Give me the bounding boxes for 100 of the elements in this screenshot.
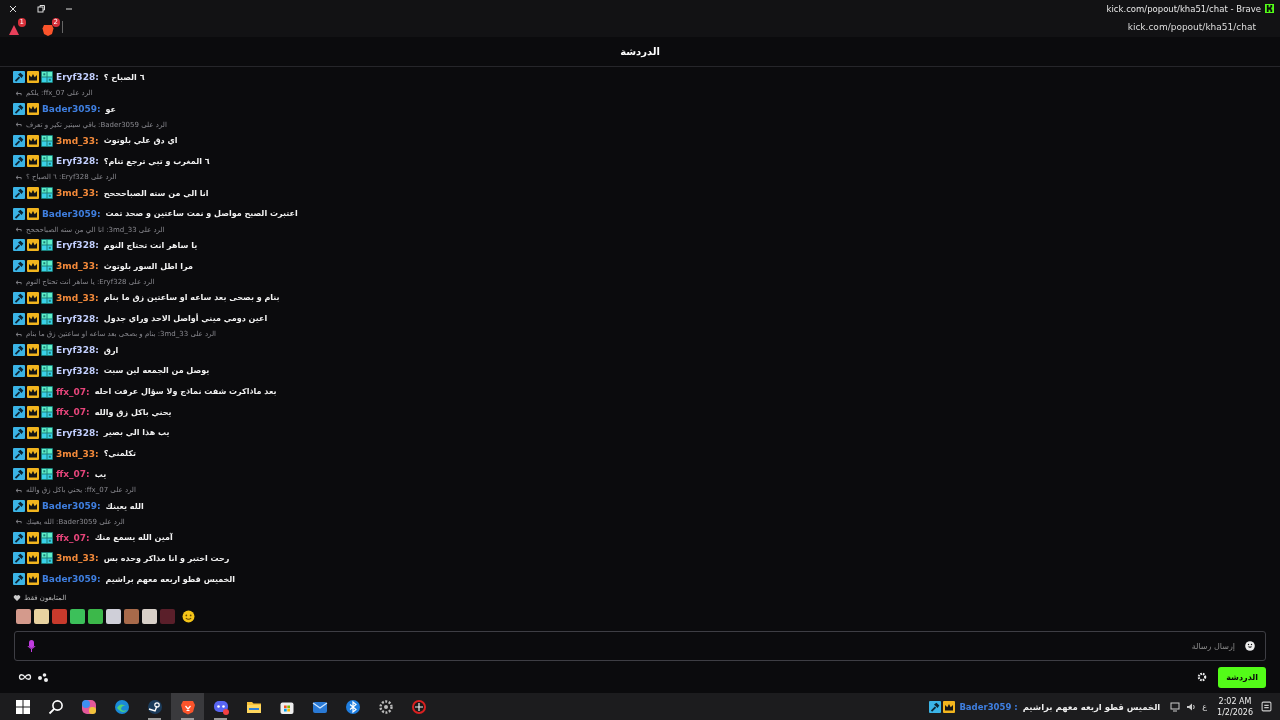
input-language[interactable]: ع <box>1202 702 1208 711</box>
lion-extension-icon[interactable] <box>42 24 54 36</box>
og-badge-icon <box>41 552 53 565</box>
chat-username[interactable]: ffx_07: <box>56 386 90 397</box>
chat-button[interactable]: الدردشة <box>1218 666 1266 688</box>
message-input[interactable]: إرسال رسالة <box>44 640 1237 652</box>
infinity-icon[interactable] <box>18 672 32 682</box>
reply-arrow-icon <box>15 518 22 526</box>
chat-username[interactable]: Eryf328: <box>56 427 99 438</box>
emote-image[interactable] <box>142 608 157 624</box>
wave-app-icon[interactable] <box>113 698 130 715</box>
crown-badge-icon <box>27 385 39 398</box>
og-badge-icon <box>41 187 53 200</box>
settings-icon[interactable] <box>1197 672 1208 682</box>
chat-message: رحت اختبر و انا مذاكر وحده بس <box>103 553 230 563</box>
chat-message: بعد ماذاكرت شفت نماذج ولا سؤال عرفت احله <box>94 387 277 397</box>
url-text[interactable]: kick.com/popout/kha51/chat <box>1127 22 1256 32</box>
emote-image[interactable] <box>16 608 31 624</box>
crown-badge-icon <box>943 700 956 713</box>
notifications-icon[interactable] <box>1261 701 1272 712</box>
hammer-badge-icon <box>13 239 25 252</box>
chat-username[interactable]: Eryf328: <box>56 345 99 356</box>
crown-badge-icon <box>27 531 39 544</box>
window-title: kick.com/popout/kha51/chat - Brave <box>1106 3 1261 14</box>
close-icon[interactable] <box>8 3 18 14</box>
emote-image[interactable] <box>88 608 103 624</box>
crown-badge-icon <box>27 468 39 481</box>
crown-badge-icon <box>27 103 39 116</box>
chat-message: اعين دومي ميني أواصل الاحد وراي جدول <box>103 314 268 324</box>
bluetooth-icon[interactable] <box>344 698 361 715</box>
chat-username[interactable]: 3md_33: <box>56 135 99 146</box>
og-badge-icon <box>41 344 53 357</box>
crown-badge-icon <box>27 312 39 325</box>
chat-username[interactable]: ffx_07: <box>56 532 90 543</box>
chat-message: بنام و بصحى بعد ساعه او ساعتين زق ما بنام <box>103 293 280 303</box>
hammer-badge-icon <box>13 468 25 481</box>
chat-message: يب هذا الي بصير <box>103 428 170 438</box>
chat-username[interactable]: Eryf328: <box>56 313 99 324</box>
microphone-icon[interactable] <box>27 640 36 652</box>
crown-badge-icon <box>27 344 39 357</box>
chat-message: اي دق علي بلوتوث <box>103 136 178 146</box>
chat-username[interactable]: Bader3059: <box>42 501 101 512</box>
crown-badge-icon <box>27 291 39 304</box>
chat-username[interactable]: ffx_07: <box>56 469 90 480</box>
swirl-app-icon[interactable] <box>80 698 97 715</box>
network-icon[interactable] <box>1170 701 1181 712</box>
chat-username[interactable]: Eryf328: <box>56 72 99 83</box>
chat-username[interactable]: Eryf328: <box>56 156 99 167</box>
hammer-badge-icon <box>13 552 25 565</box>
gear-app-icon[interactable] <box>377 698 394 715</box>
round-app-icon[interactable] <box>410 698 427 715</box>
chat-username[interactable]: ffx_07: <box>56 407 90 418</box>
emote-image[interactable] <box>70 608 85 624</box>
reply-arrow-icon <box>15 226 22 234</box>
chat-username[interactable]: 3md_33: <box>56 188 99 199</box>
clock-date[interactable]: 1/2/2026 <box>1217 706 1253 718</box>
chat-message: انا الي من سته الصباحححح <box>103 188 209 198</box>
chat-username[interactable]: Eryf328: <box>56 365 99 376</box>
smiley-emote-icon[interactable] <box>182 609 195 623</box>
hammer-badge-icon <box>13 385 25 398</box>
windows-logo-icon[interactable] <box>14 698 31 715</box>
chat-bubble-app-icon[interactable] <box>212 698 229 715</box>
clock-time[interactable]: 2:02 AM <box>1218 695 1252 707</box>
lion-app-icon[interactable] <box>179 698 196 715</box>
reply-arrow-icon <box>15 278 22 286</box>
chat-username[interactable]: 3md_33: <box>56 292 99 303</box>
hammer-badge-icon <box>13 291 25 304</box>
chat-username[interactable]: Bader3059: <box>42 574 101 585</box>
chat-message: ٦ المغرب و تبي ترجع تنام؟ <box>103 156 210 166</box>
notification-username: Bader3059 : <box>959 701 1018 712</box>
crown-badge-icon <box>27 207 39 220</box>
hammer-badge-icon <box>929 700 942 713</box>
crown-badge-icon <box>27 260 39 273</box>
chat-username[interactable]: Eryf328: <box>56 240 99 251</box>
chat-message: مرا اطل السور بلوتوث <box>103 261 193 271</box>
emoji-icon[interactable] <box>1245 641 1255 651</box>
chat-username[interactable]: Bader3059: <box>42 104 101 115</box>
crown-badge-icon <box>27 134 39 147</box>
chat-username[interactable]: 3md_33: <box>56 448 99 459</box>
hammer-badge-icon <box>13 531 25 544</box>
dots-cluster-icon[interactable] <box>37 672 51 682</box>
reply-arrow-icon <box>15 486 22 494</box>
message-field[interactable]: إرسال رسالة <box>14 631 1266 661</box>
chat-message: يب <box>94 469 107 479</box>
search-icon[interactable] <box>47 698 64 715</box>
steam-app-icon[interactable] <box>146 698 163 715</box>
chat-username[interactable]: 3md_33: <box>56 553 99 564</box>
chat-message: يا ساهر انت تحتاج النوم <box>103 240 198 250</box>
emote-image[interactable] <box>34 608 49 624</box>
restore-icon[interactable] <box>36 3 46 14</box>
chat-message: يوصل من الجمعه لين سبت <box>103 366 210 376</box>
chat-username[interactable]: 3md_33: <box>56 261 99 272</box>
chat-message: ٦ الصباح ؟ <box>103 72 145 82</box>
emote-image[interactable] <box>106 608 121 624</box>
chat-title: الدردشة <box>620 46 660 57</box>
og-badge-icon <box>41 239 53 252</box>
speaker-icon[interactable] <box>1186 701 1197 712</box>
triangle-extension-icon[interactable] <box>8 24 20 36</box>
og-badge-icon <box>41 312 53 325</box>
chat-username[interactable]: Bader3059: <box>42 208 101 219</box>
